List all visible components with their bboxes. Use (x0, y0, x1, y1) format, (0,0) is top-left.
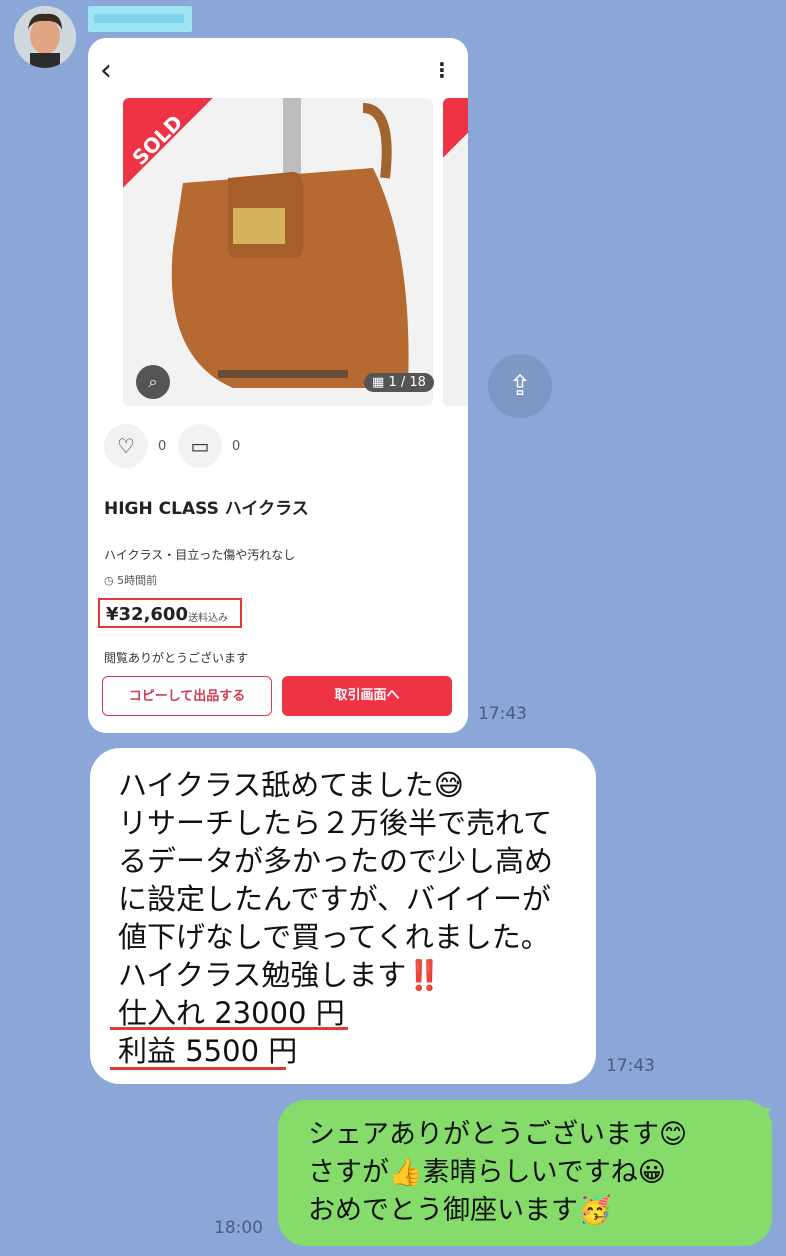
copy-listing-button[interactable]: コピーして出品する (102, 676, 272, 716)
comment-icon[interactable]: ▭ (178, 424, 222, 468)
product-description: ハイクラス・目立った傷や汚れなし (104, 548, 296, 562)
price-box: ¥32,600 送料込み (98, 598, 242, 628)
image-counter: ▦ 1 / 18 (364, 373, 434, 392)
avatar[interactable] (14, 6, 76, 68)
product-photo[interactable]: SOLD (123, 98, 433, 406)
underline (110, 1027, 348, 1030)
grid-icon: ▦ (372, 375, 385, 390)
comment-count: 0 (232, 439, 241, 454)
timestamp: 17:43 (606, 1056, 655, 1076)
message-bubble-sent[interactable]: シェアありがとうございます😊 さすが👍素晴らしいですね😀 おめでとう御座います🥳 (278, 1100, 772, 1246)
trade-screen-button[interactable]: 取引画面へ (282, 676, 452, 716)
heart-icon[interactable]: ♡ (104, 424, 148, 468)
shared-product-card[interactable]: ‹ ⋮ SOLD ⌕ ▦ 1 / 18 ♡ 0 ▭ 0 HIGH CLASS ハ… (88, 38, 468, 733)
timestamp: 17:43 (478, 704, 527, 724)
more-icon[interactable]: ⋮ (432, 60, 452, 80)
message-text: シェアありがとうございます😊 さすが👍素晴らしいですね😀 おめでとう御座います🥳 (308, 1119, 688, 1226)
message-text: ハイクラス舐めてました😅 リサーチしたら２万後半で売れて るデータが多かったので… (118, 768, 554, 1068)
product-title: HIGH CLASS ハイクラス (104, 499, 309, 519)
price: ¥32,600 (106, 604, 188, 625)
back-icon[interactable]: ‹ (100, 56, 112, 86)
shipping-label: 送料込み (188, 613, 228, 624)
posted-time: ◷ 5時間前 (104, 574, 158, 587)
seller-note: 閲覧ありがとうございます (104, 651, 249, 665)
like-count: 0 (158, 439, 167, 454)
next-photo[interactable] (443, 98, 468, 406)
underline (110, 1067, 286, 1070)
timestamp: 18:00 (214, 1218, 263, 1238)
share-icon[interactable]: ⇪ (488, 354, 552, 418)
lens-icon[interactable]: ⌕ (136, 365, 170, 399)
clock-icon: ◷ (104, 574, 114, 587)
message-bubble-received[interactable]: ハイクラス舐めてました😅 リサーチしたら２万後半で売れて るデータが多かったので… (90, 748, 596, 1084)
sender-name (88, 6, 192, 32)
